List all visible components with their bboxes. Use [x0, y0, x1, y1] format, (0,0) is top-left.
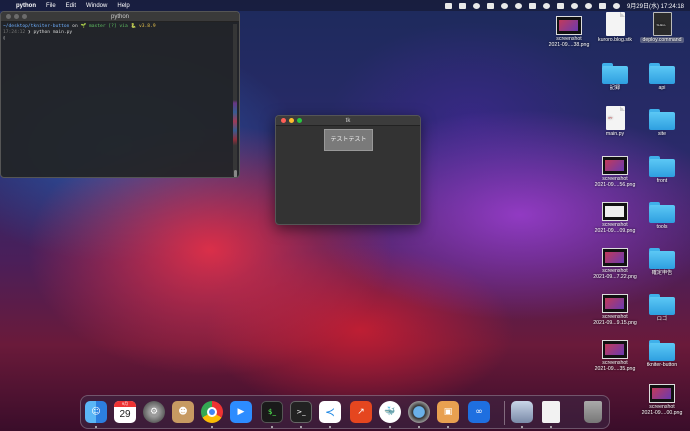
- folder-icon: [649, 63, 675, 84]
- menubar-bluetooth-icon[interactable]: [542, 2, 550, 9]
- folder-icon: [649, 202, 675, 223]
- running-indicator: [95, 426, 97, 428]
- terminal-icon[interactable]: >_: [290, 401, 312, 423]
- folder-icon: [649, 340, 675, 361]
- menubar-app-icon[interactable]: [444, 2, 452, 9]
- test-button[interactable]: テストテスト: [324, 129, 373, 151]
- terminal-output[interactable]: ~/desktop/tkniter-button on 🌱 master [?]…: [1, 22, 239, 45]
- folder-icon: [649, 109, 675, 130]
- image-thumbnail-icon: [556, 16, 582, 35]
- folder-icon: [649, 248, 675, 269]
- system-preferences-icon[interactable]: ⚙: [143, 401, 165, 423]
- dock: ☺ 9月 29 ⚙ ☻ ▶ $_ >_ ≺ ↗ 🐳 ▣ ∞: [80, 395, 610, 429]
- desktop-icon-folder[interactable]: site: [634, 109, 690, 137]
- tk-titlebar[interactable]: tk: [276, 116, 420, 126]
- image-thumbnail-icon: [602, 202, 628, 221]
- image-thumbnail-icon: [602, 340, 628, 359]
- menu-app-name[interactable]: python: [16, 3, 36, 9]
- desktop-icon-folder[interactable]: tkniter-button: [634, 340, 690, 368]
- desktop-icon-folder[interactable]: api: [634, 63, 690, 91]
- instruments-icon[interactable]: ↗: [350, 401, 372, 423]
- calendar-icon[interactable]: 9月 29: [114, 401, 136, 423]
- shell-script-icon: SHELL: [652, 12, 672, 36]
- zoom-icon[interactable]: ▶: [230, 401, 252, 423]
- desktop-icon-screenshot[interactable]: screenshot 2021-09....00.png: [634, 384, 690, 416]
- image-thumbnail-icon: [602, 248, 628, 267]
- menubar-clock[interactable]: 9月29日(水) 17:24:18: [627, 1, 684, 10]
- terminal-scrollbar[interactable]: [233, 24, 237, 176]
- terminal-window[interactable]: python ~/desktop/tkniter-button on 🌱 mas…: [0, 11, 240, 178]
- wifi-icon[interactable]: [570, 2, 578, 9]
- menubar-clipboard-icon[interactable]: [528, 2, 536, 9]
- desktop-icon-file[interactable]: SHELL deploy.command: [634, 12, 690, 43]
- chrome-icon[interactable]: [201, 401, 223, 423]
- docker-icon[interactable]: 🐳: [379, 401, 401, 423]
- python-file-icon: PY: [605, 106, 625, 130]
- menubar-docker-icon[interactable]: [472, 2, 480, 9]
- terminal-cursor: ▯: [3, 36, 6, 42]
- infinity-icon[interactable]: ∞: [468, 401, 490, 423]
- running-indicator: [389, 426, 391, 428]
- menu-file[interactable]: File: [46, 3, 56, 9]
- desktop-icon-folder[interactable]: ロゴ: [634, 294, 690, 322]
- folder-icon: [602, 63, 628, 84]
- terminal-titlebar[interactable]: python: [1, 12, 239, 22]
- status-area: 9月29日(水) 17:24:18: [444, 1, 684, 10]
- desktop-icon-folder[interactable]: 確定申告: [634, 248, 690, 276]
- document-icon: [605, 12, 625, 36]
- control-center-icon[interactable]: [598, 2, 606, 9]
- menu-window[interactable]: Window: [86, 3, 107, 9]
- running-indicator: [521, 426, 523, 428]
- running-indicator: [271, 426, 273, 428]
- siri-icon[interactable]: [612, 2, 620, 9]
- photo-viewer-icon[interactable]: [511, 401, 533, 423]
- tk-window[interactable]: tk テストテスト: [275, 115, 421, 225]
- preview-icon[interactable]: ▣: [437, 401, 459, 423]
- trash-icon[interactable]: [584, 401, 602, 423]
- desktop-icon-folder[interactable]: front: [634, 156, 690, 184]
- running-indicator: [211, 426, 213, 428]
- terminal-scroll-thumb[interactable]: [234, 170, 237, 177]
- menubar-cloud-icon[interactable]: [486, 2, 494, 9]
- tk-window-title: tk: [345, 117, 351, 124]
- folder-icon: [649, 294, 675, 315]
- desktop-icon-folder[interactable]: tools: [634, 202, 690, 230]
- image-thumbnail-icon: [602, 294, 628, 313]
- terminal-app-icon[interactable]: $_: [261, 401, 283, 423]
- menu-help[interactable]: Help: [117, 3, 129, 9]
- dock-separator: [504, 401, 505, 425]
- search-icon[interactable]: [584, 2, 592, 9]
- menubar-info-icon[interactable]: [514, 2, 522, 9]
- menubar-input-icon[interactable]: [556, 2, 564, 9]
- image-thumbnail-icon: [602, 156, 628, 175]
- menubar-record-icon[interactable]: [500, 2, 508, 9]
- terminal-title: python: [110, 13, 129, 20]
- folder-icon: [649, 156, 675, 177]
- running-indicator: [418, 426, 420, 428]
- running-indicator: [447, 426, 449, 428]
- quicktime-icon[interactable]: [408, 401, 430, 423]
- menubar-monitor-icon[interactable]: [458, 2, 466, 9]
- image-thumbnail-icon: [649, 384, 675, 403]
- menu-edit[interactable]: Edit: [66, 3, 76, 9]
- contacts-icon[interactable]: ☻: [172, 401, 194, 423]
- running-indicator: [550, 426, 552, 428]
- vscode-icon[interactable]: ≺: [319, 401, 341, 423]
- running-indicator: [329, 426, 331, 428]
- document-icon[interactable]: [542, 401, 560, 423]
- finder-icon[interactable]: ☺: [85, 401, 107, 423]
- menu-bar: python File Edit Window Help 9月29日(水) 17…: [0, 0, 690, 11]
- running-indicator: [300, 426, 302, 428]
